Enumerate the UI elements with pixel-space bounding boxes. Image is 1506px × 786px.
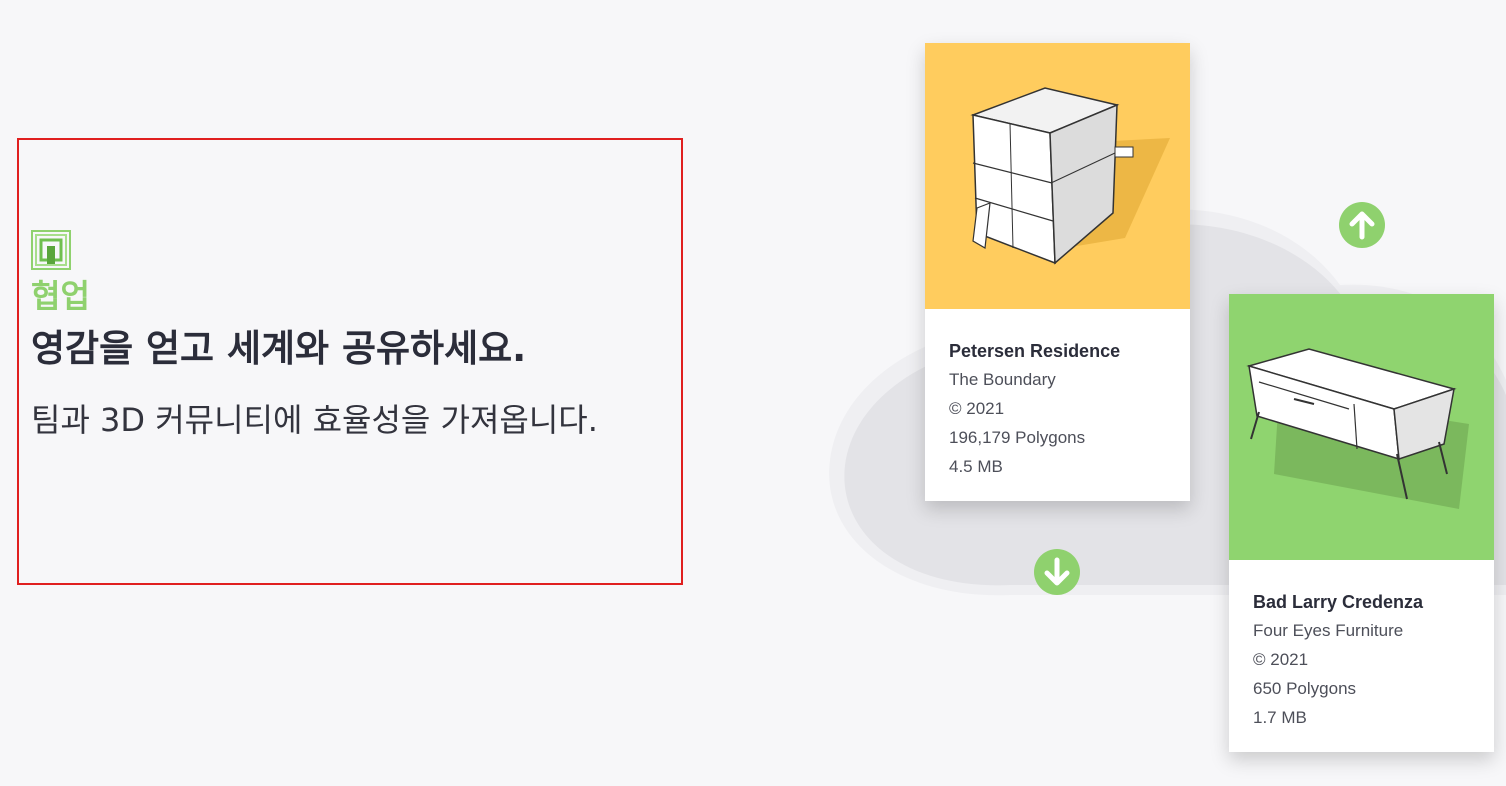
house-model-icon xyxy=(970,87,1170,265)
model-author: Four Eyes Furniture xyxy=(1253,621,1404,640)
model-polygons: 196,179 Polygons xyxy=(949,428,1086,447)
model-card-bad-larry-credenza[interactable]: Bad Larry Credenza Four Eyes Furniture ©… xyxy=(1229,294,1494,752)
section-headline: 영감을 얻고 세계와 공유하세요. xyxy=(31,327,527,370)
model-size: 4.5 MB xyxy=(949,457,1003,476)
page: 협업 영감을 얻고 세계와 공유하세요. 팀과 3D 커뮤니티에 효율성을 가져… xyxy=(0,0,1506,786)
collaboration-logo-icon xyxy=(31,230,71,270)
model-thumbnail xyxy=(925,43,1190,309)
credenza-model-icon xyxy=(1246,348,1469,509)
arrow-down-circle-icon xyxy=(1034,549,1080,595)
arrow-up-circle-icon xyxy=(1339,202,1385,248)
model-polygons: 650 Polygons xyxy=(1253,679,1357,698)
model-copyright: © 2021 xyxy=(949,399,1005,418)
model-copyright: © 2021 xyxy=(1253,650,1309,669)
model-thumbnail xyxy=(1229,294,1494,560)
section-eyebrow: 협업 xyxy=(31,277,90,315)
model-author: The Boundary xyxy=(949,370,1056,389)
model-title[interactable]: Bad Larry Credenza xyxy=(1253,588,1472,616)
model-size: 1.7 MB xyxy=(1253,708,1307,727)
model-card-petersen-residence[interactable]: Petersen Residence The Boundary © 2021 1… xyxy=(925,43,1190,501)
model-title[interactable]: Petersen Residence xyxy=(949,337,1168,365)
collaboration-intro: 협업 영감을 얻고 세계와 공유하세요. 팀과 3D 커뮤니티에 효율성을 가져… xyxy=(17,138,683,585)
section-description: 팀과 3D 커뮤니티에 효율성을 가져옵니다. xyxy=(31,401,598,439)
